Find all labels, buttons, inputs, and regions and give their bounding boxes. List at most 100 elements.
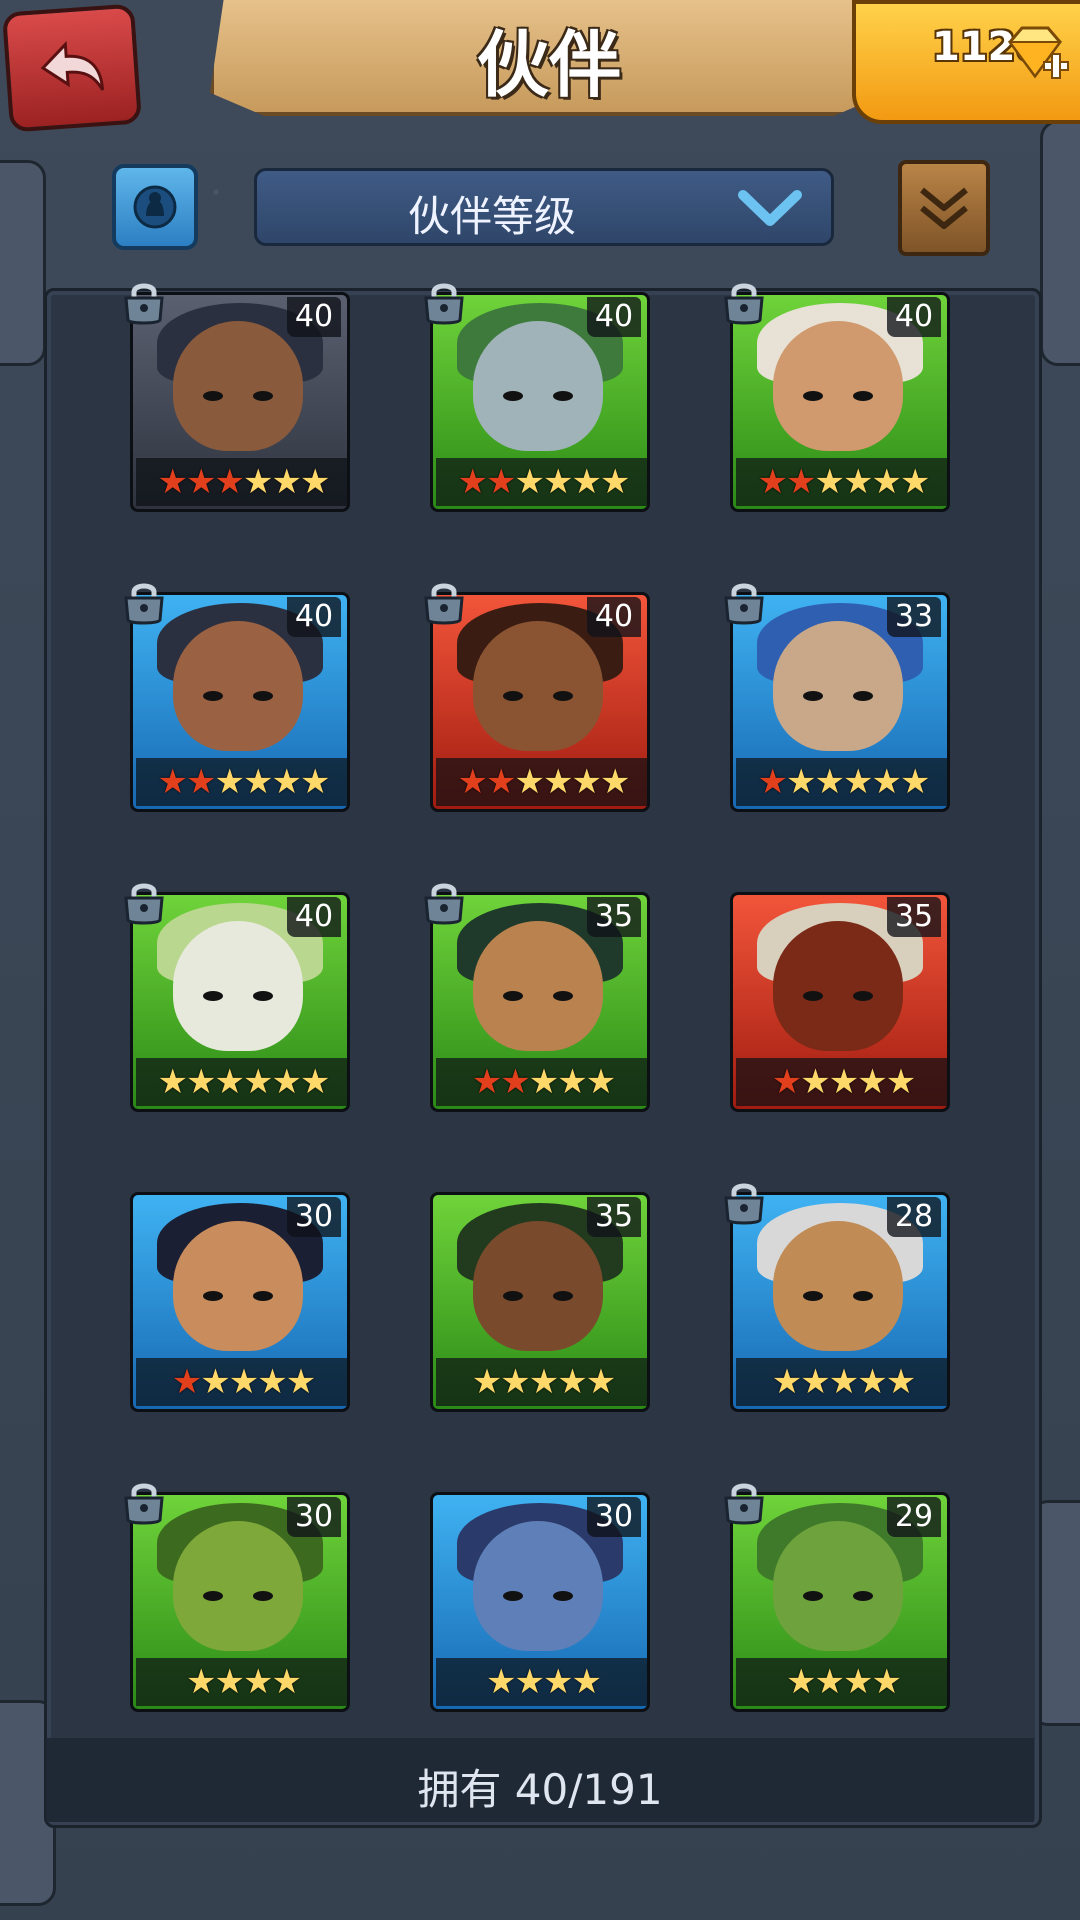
level-badge: 40: [287, 597, 341, 637]
gold-star-icon: ★: [843, 1662, 874, 1702]
red-star-icon: ★: [186, 762, 217, 802]
companion-card[interactable]: 33 ★★★★★★: [724, 583, 950, 812]
companion-face: [173, 621, 303, 751]
back-button[interactable]: [1, 3, 143, 133]
companion-card[interactable]: 35 ★★★★★: [424, 883, 650, 1112]
companion-card[interactable]: 30 ★★★★★: [130, 1192, 350, 1412]
companion-face: [473, 1521, 603, 1651]
companion-card[interactable]: 30 ★★★★: [124, 1483, 350, 1712]
companion-card[interactable]: 40 ★★★★★★: [124, 583, 350, 812]
gem-counter[interactable]: 1120: [852, 0, 1080, 124]
lock-icon[interactable]: [420, 880, 468, 926]
gold-star-icon: ★: [243, 1662, 274, 1702]
gold-star-icon: ★: [828, 1062, 860, 1102]
companion-card[interactable]: 40 ★★★★★★: [124, 883, 350, 1112]
companion-face: [173, 1221, 303, 1351]
gold-star-icon: ★: [557, 1062, 588, 1102]
star-rating: ★★★★: [136, 1658, 347, 1706]
gold-star-icon: ★: [257, 1362, 288, 1402]
sort-dropdown-label: 伙伴等级: [407, 192, 576, 241]
rock-decoration: [1040, 120, 1080, 366]
companion-face: [173, 321, 303, 451]
red-star-icon: ★: [486, 762, 517, 802]
eye: [503, 391, 523, 401]
level-badge: 35: [587, 897, 641, 937]
red-star-icon: ★: [157, 762, 189, 802]
gold-star-icon: ★: [800, 1062, 831, 1102]
gold-star-icon: ★: [471, 1362, 503, 1402]
gold-star-icon: ★: [500, 1362, 531, 1402]
companion-portrait: 30 ★★★★: [430, 1492, 650, 1712]
star-rating: ★★★★★: [436, 1058, 647, 1106]
companion-card[interactable]: 40 ★★★★★★: [124, 283, 350, 512]
gold-star-icon: ★: [899, 762, 931, 802]
gold-star-icon: ★: [271, 762, 302, 802]
lock-icon[interactable]: [120, 1480, 168, 1526]
lock-icon[interactable]: [120, 280, 168, 326]
companion-card[interactable]: 40 ★★★★★★: [724, 283, 950, 512]
lock-icon[interactable]: [420, 280, 468, 326]
gold-star-icon: ★: [486, 1662, 517, 1702]
companion-face: [473, 1221, 603, 1351]
gold-star-icon: ★: [243, 1062, 274, 1102]
gold-star-icon: ★: [771, 1362, 803, 1402]
companion-face: [473, 621, 603, 751]
companion-card[interactable]: 28 ★★★★★: [724, 1183, 950, 1412]
filter-button[interactable]: [112, 164, 198, 250]
companion-card[interactable]: 30 ★★★★: [430, 1492, 650, 1712]
eye: [553, 691, 573, 701]
level-badge: 35: [887, 897, 941, 937]
companion-card[interactable]: 29 ★★★★: [724, 1483, 950, 1712]
lock-icon[interactable]: [420, 580, 468, 626]
gold-star-icon: ★: [228, 1362, 260, 1402]
gold-star-icon: ★: [186, 1062, 217, 1102]
level-badge: 40: [287, 297, 341, 337]
star-rating: ★★★★★: [736, 1058, 947, 1106]
level-badge: 40: [587, 597, 641, 637]
star-rating: ★★★★★★: [436, 758, 647, 806]
star-rating: ★★★★★: [436, 1358, 647, 1406]
companion-face: [173, 1521, 303, 1651]
eye: [803, 1291, 823, 1301]
gold-star-icon: ★: [885, 1362, 917, 1402]
sort-dropdown[interactable]: 伙伴等级: [254, 168, 834, 246]
level-badge: 40: [887, 297, 941, 337]
red-star-icon: ★: [457, 462, 489, 502]
eye: [853, 691, 873, 701]
scroll-menu-button[interactable]: [898, 160, 990, 256]
eye: [503, 691, 523, 701]
lock-icon[interactable]: [120, 580, 168, 626]
gold-star-icon: ★: [214, 1662, 246, 1702]
gold-star-icon: ★: [599, 462, 631, 502]
chevron-down-icon: [738, 190, 802, 226]
eye: [853, 1291, 873, 1301]
eye: [203, 991, 223, 1001]
companion-card[interactable]: 40 ★★★★★★: [424, 283, 650, 512]
companion-face: [773, 1221, 903, 1351]
red-star-icon: ★: [214, 462, 246, 502]
companion-card[interactable]: 35 ★★★★★: [730, 892, 950, 1112]
eye: [253, 391, 273, 401]
gold-star-icon: ★: [899, 462, 931, 502]
gold-star-icon: ★: [843, 462, 874, 502]
lock-icon[interactable]: [720, 280, 768, 326]
eye: [853, 1591, 873, 1601]
level-badge: 40: [587, 297, 641, 337]
gold-star-icon: ★: [271, 1662, 302, 1702]
level-badge: 35: [587, 1197, 641, 1237]
gold-star-icon: ★: [514, 462, 546, 502]
eye: [253, 691, 273, 701]
star-rating: ★★★★★: [136, 1358, 347, 1406]
lock-icon[interactable]: [720, 1480, 768, 1526]
companion-card[interactable]: 40 ★★★★★★: [424, 583, 650, 812]
lock-icon[interactable]: [120, 880, 168, 926]
level-badge: 30: [287, 1497, 341, 1537]
companion-card[interactable]: 35 ★★★★★: [430, 1192, 650, 1412]
gold-star-icon: ★: [271, 462, 302, 502]
lock-icon[interactable]: [720, 1180, 768, 1226]
gold-star-icon: ★: [514, 1662, 546, 1702]
lock-icon[interactable]: [720, 580, 768, 626]
footer-bar: 拥有 40/191: [46, 1738, 1034, 1822]
gold-star-icon: ★: [786, 762, 817, 802]
gold-star-icon: ★: [557, 1362, 588, 1402]
